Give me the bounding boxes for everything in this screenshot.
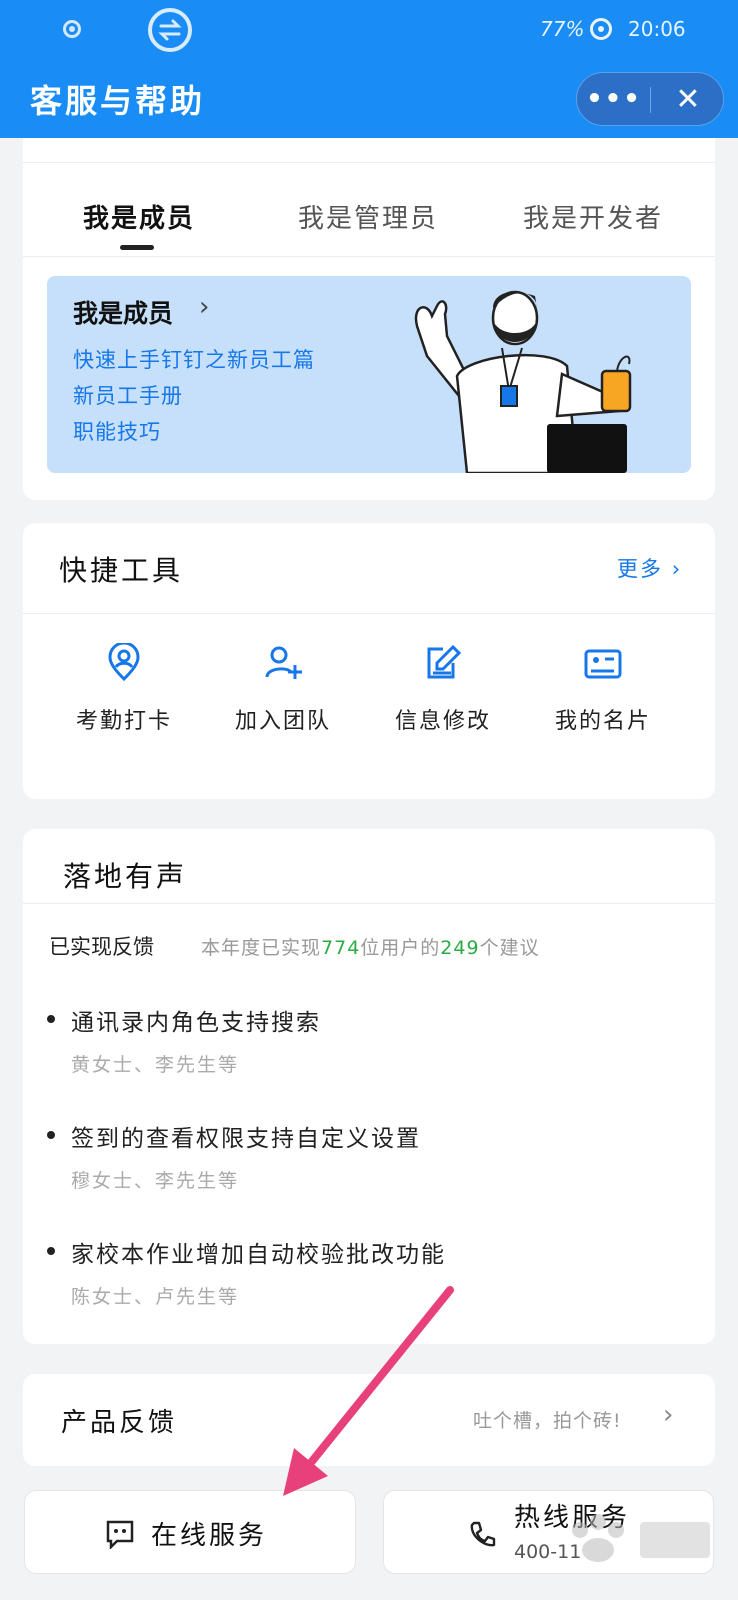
bullet: [47, 1131, 55, 1139]
header-bar: 77% 20:06 客服与帮助 ••• ✕: [0, 0, 738, 138]
stats-suffix: 个建议: [479, 937, 540, 959]
banner-link-onboarding[interactable]: 快速上手钉钉之新员工篇: [73, 344, 315, 374]
tool-join-team[interactable]: 加入团队: [208, 643, 358, 753]
swap-icon: [148, 8, 192, 52]
paw-watermark-icon: [572, 1514, 710, 1562]
tool-label: 考勤打卡: [75, 709, 172, 734]
tab-admin[interactable]: 我是管理员: [298, 198, 438, 235]
waving-man-illustration: [414, 290, 632, 473]
close-icon[interactable]: ✕: [651, 73, 725, 125]
page-title: 客服与帮助: [30, 82, 206, 120]
banner-link-tips[interactable]: 职能技巧: [73, 416, 161, 446]
edit-icon: [427, 644, 462, 679]
card-icon: [584, 649, 622, 679]
feedback-item-users: 陈女士、卢先生等: [71, 1286, 240, 1308]
divider: [23, 903, 715, 904]
tool-label: 加入团队: [234, 709, 331, 734]
role-card: 我是成员 我是管理员 我是开发者 我是成员 › 快速上手钉钉之新员工篇 新员工手…: [23, 138, 715, 500]
feedback-stats: 本年度已实现774位用户的249个建议: [201, 933, 540, 960]
divider: [23, 162, 715, 163]
location-icon: [590, 18, 612, 40]
banner-title: 我是成员: [73, 299, 174, 328]
feedback-item-text: 签到的查看权限支持自定义设置: [71, 1126, 421, 1152]
tool-label: 我的名片: [554, 709, 651, 734]
stats-prefix: 本年度已实现: [201, 937, 322, 959]
product-feedback-hint: 吐个槽，拍个砖!: [473, 1410, 622, 1432]
more-dots-icon[interactable]: •••: [577, 73, 651, 125]
feedback-item-text: 家校本作业增加自动校验批改功能: [71, 1242, 446, 1268]
location-pin-icon: [108, 643, 140, 682]
online-service-label: 在线服务: [151, 1521, 268, 1551]
bullet: [47, 1015, 55, 1023]
chat-icon: [106, 1520, 134, 1549]
divider: [23, 256, 715, 257]
stats-middle: 位用户的: [360, 937, 441, 959]
more-label: 更多: [617, 557, 663, 581]
notification-icon: [63, 20, 81, 38]
tool-business-card[interactable]: 我的名片: [528, 643, 678, 753]
phone-icon: [470, 1521, 496, 1547]
bullet: [47, 1247, 55, 1255]
more-link[interactable]: 更多 ›: [617, 553, 682, 583]
tool-edit-info[interactable]: 信息修改: [368, 643, 518, 753]
feedback-item-users: 黄女士、李先生等: [71, 1054, 240, 1076]
online-service-button[interactable]: 在线服务: [24, 1490, 356, 1574]
section-title: 快捷工具: [59, 554, 184, 587]
banner-link-handbook[interactable]: 新员工手册: [73, 380, 183, 410]
tool-attendance[interactable]: 考勤打卡: [49, 643, 199, 753]
product-feedback-row[interactable]: 产品反馈 吐个槽，拍个砖! ›: [23, 1374, 715, 1466]
mini-app-capsule: ••• ✕: [576, 72, 724, 126]
suggestions-count: 249: [440, 937, 480, 959]
users-count: 774: [321, 937, 361, 959]
implemented-feedback-card: 落地有声 已实现反馈 本年度已实现774位用户的249个建议 通讯录内角色支持搜…: [23, 829, 715, 1344]
chevron-right-icon: ›: [199, 292, 210, 322]
quick-tools-card: 快捷工具 更多 › 考勤打卡 加入团队 信息修改 我的名片: [23, 523, 715, 799]
chevron-right-icon: ›: [663, 1400, 674, 1430]
clock: 20:06: [628, 17, 686, 41]
add-user-icon: [265, 646, 302, 679]
divider: [23, 613, 715, 614]
tab-member[interactable]: 我是成员: [83, 198, 195, 235]
tab-indicator: [120, 245, 154, 250]
feedback-subtitle: 已实现反馈: [49, 935, 154, 959]
product-feedback-title: 产品反馈: [61, 1408, 178, 1438]
member-banner[interactable]: 我是成员 › 快速上手钉钉之新员工篇 新员工手册 职能技巧: [47, 276, 691, 473]
battery-level: 77%: [540, 17, 585, 41]
tool-label: 信息修改: [394, 709, 491, 734]
status-bar: 77% 20:06: [0, 0, 738, 60]
feedback-item-users: 穆女士、李先生等: [71, 1170, 240, 1192]
section-title: 落地有声: [63, 860, 188, 893]
feedback-item-text: 通讯录内角色支持搜索: [71, 1010, 321, 1036]
tab-developer[interactable]: 我是开发者: [523, 198, 663, 235]
chevron-right-icon: ›: [671, 557, 683, 581]
